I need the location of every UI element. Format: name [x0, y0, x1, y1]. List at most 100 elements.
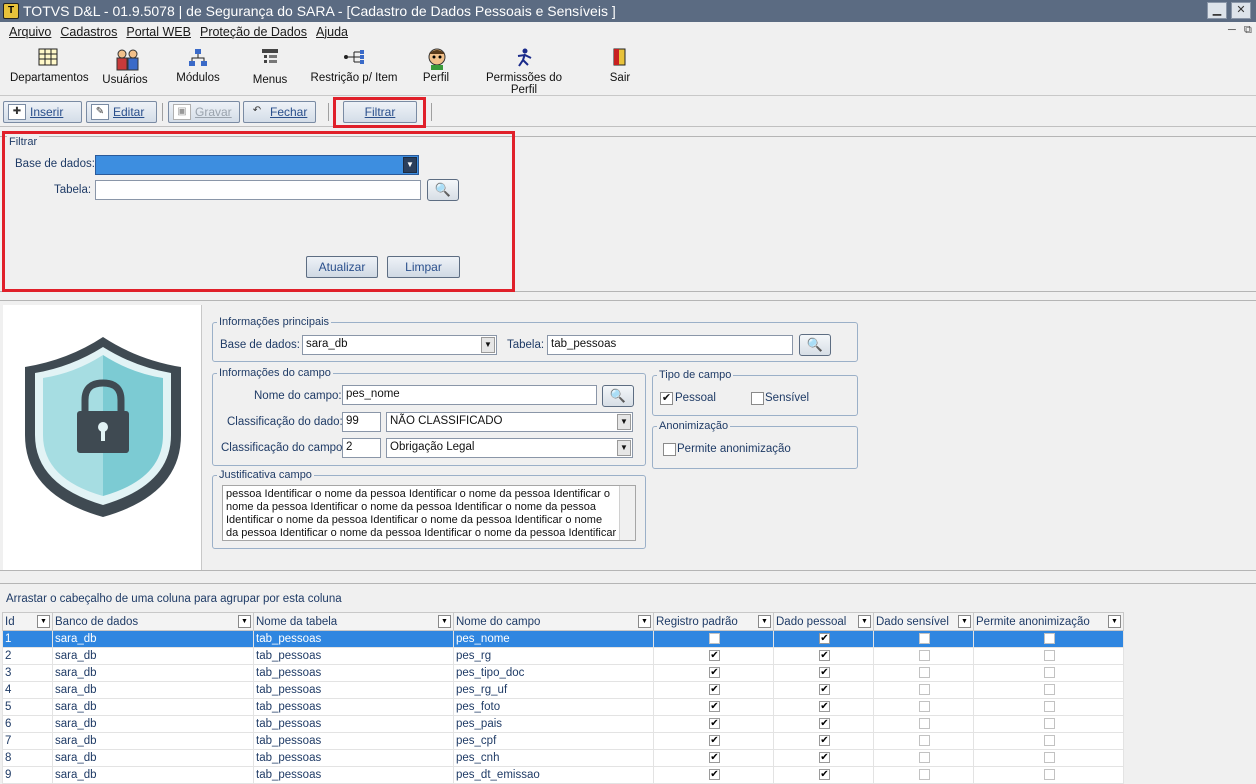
cell-sensivel[interactable] [873, 681, 974, 699]
cell-db[interactable]: sara_db [52, 630, 254, 648]
cell-anon[interactable] [973, 749, 1124, 767]
cell-id[interactable]: 1 [2, 630, 53, 648]
cell-id[interactable]: 2 [2, 647, 53, 665]
cell-table[interactable]: tab_pessoas [253, 647, 454, 665]
cell-db[interactable]: sara_db [52, 766, 254, 784]
table-row[interactable]: 8 sara_db tab_pessoas pes_cnh ✔ ✔ [2, 749, 1124, 767]
chevron-down-icon[interactable]: ▼ [481, 337, 495, 353]
cell-checkbox[interactable] [1044, 718, 1055, 730]
gravar-button[interactable]: ▣ Gravar [168, 101, 240, 123]
cell-checkbox[interactable]: ✔ [709, 667, 720, 679]
cell-checkbox[interactable]: ✔ [819, 633, 830, 645]
cell-checkbox[interactable]: ✔ [819, 667, 830, 679]
cell-anon[interactable] [973, 698, 1124, 716]
cell-checkbox[interactable] [1044, 769, 1055, 781]
cell-checkbox[interactable] [1044, 633, 1055, 645]
class-field-code-input[interactable]: 2 [342, 438, 381, 458]
mdi-restore-icon[interactable]: ⧉ [1244, 24, 1252, 37]
cell-db[interactable]: sara_db [52, 732, 254, 750]
chevron-down-icon[interactable]: ▼ [617, 440, 631, 456]
cell-sensivel[interactable] [873, 766, 974, 784]
table-row[interactable]: 5 sara_db tab_pessoas pes_foto ✔ ✔ [2, 698, 1124, 716]
menu-portal-web[interactable]: Portal WEB [126, 25, 191, 39]
cell-reg[interactable]: ✔ [653, 766, 774, 784]
cell-table[interactable]: tab_pessoas [253, 664, 454, 682]
toolbar-departamentos[interactable]: Departamentos [10, 48, 89, 84]
field-name-input[interactable]: pes_nome [342, 385, 597, 405]
cell-field[interactable]: pes_rg [453, 647, 654, 665]
table-row[interactable]: 4 sara_db tab_pessoas pes_rg_uf ✔ ✔ [2, 681, 1124, 699]
toolbar-permissoes-perfil[interactable]: Permissões do Perfil [472, 48, 576, 96]
cell-sensivel[interactable] [873, 732, 974, 750]
cell-checkbox[interactable]: ✔ [709, 701, 720, 713]
cell-checkbox[interactable] [1044, 650, 1055, 662]
cell-checkbox[interactable] [1044, 684, 1055, 696]
cell-anon[interactable] [973, 647, 1124, 665]
justification-scrollbar[interactable] [619, 486, 635, 540]
cell-id[interactable]: 9 [2, 766, 53, 784]
cell-checkbox[interactable] [919, 650, 930, 662]
cell-checkbox[interactable] [1044, 735, 1055, 747]
toolbar-modulos[interactable]: Módulos [175, 48, 221, 84]
cell-checkbox[interactable]: ✔ [819, 752, 830, 764]
cell-id[interactable]: 5 [2, 698, 53, 716]
cell-anon[interactable] [973, 732, 1124, 750]
column-header-sensivel[interactable]: Dado sensível ▼ [873, 612, 974, 631]
cell-pessoal[interactable]: ✔ [773, 647, 874, 665]
main-table-search-button[interactable]: 🔍 [799, 334, 831, 356]
cell-table[interactable]: tab_pessoas [253, 766, 454, 784]
chevron-down-icon[interactable]: ▼ [617, 414, 631, 430]
cell-field[interactable]: pes_nome [453, 630, 654, 648]
cell-pessoal[interactable]: ✔ [773, 715, 874, 733]
anon-checkbox[interactable] [663, 443, 676, 456]
cell-field[interactable]: pes_dt_emissao [453, 766, 654, 784]
column-header-pessoal[interactable]: Dado pessoal ▼ [773, 612, 874, 631]
close-button[interactable]: ✕ [1231, 2, 1251, 19]
field-name-search-button[interactable]: 🔍 [602, 385, 634, 407]
cell-anon[interactable] [973, 681, 1124, 699]
toolbar-menus[interactable]: Menus [250, 48, 290, 86]
cell-pessoal[interactable]: ✔ [773, 749, 874, 767]
cell-checkbox[interactable]: ✔ [819, 735, 830, 747]
table-row[interactable]: 2 sara_db tab_pessoas pes_rg ✔ ✔ [2, 647, 1124, 665]
cell-checkbox[interactable]: ✔ [709, 752, 720, 764]
cell-checkbox[interactable] [919, 667, 930, 679]
filter-dropdown-icon[interactable]: ▼ [438, 615, 451, 628]
cell-reg[interactable]: ✔ [653, 749, 774, 767]
cell-table[interactable]: tab_pessoas [253, 749, 454, 767]
cell-db[interactable]: sara_db [52, 698, 254, 716]
cell-pessoal[interactable]: ✔ [773, 630, 874, 648]
cell-reg[interactable]: ✔ [653, 732, 774, 750]
filter-dropdown-icon[interactable]: ▼ [638, 615, 651, 628]
cell-checkbox[interactable] [919, 769, 930, 781]
cell-id[interactable]: 6 [2, 715, 53, 733]
cell-checkbox[interactable]: ✔ [819, 684, 830, 696]
column-header-registro[interactable]: Registro padrão ▼ [653, 612, 774, 631]
cell-db[interactable]: sara_db [52, 664, 254, 682]
cell-checkbox[interactable] [919, 684, 930, 696]
cell-checkbox[interactable]: ✔ [709, 684, 720, 696]
cell-table[interactable]: tab_pessoas [253, 715, 454, 733]
cell-reg[interactable] [653, 630, 774, 648]
cell-checkbox[interactable]: ✔ [819, 650, 830, 662]
cell-id[interactable]: 3 [2, 664, 53, 682]
cell-pessoal[interactable]: ✔ [773, 664, 874, 682]
cell-checkbox[interactable] [709, 633, 720, 645]
cell-checkbox[interactable] [1044, 667, 1055, 679]
filter-dropdown-icon[interactable]: ▼ [37, 615, 50, 628]
table-row[interactable]: 7 sara_db tab_pessoas pes_cpf ✔ ✔ [2, 732, 1124, 750]
cell-id[interactable]: 4 [2, 681, 53, 699]
cell-field[interactable]: pes_cpf [453, 732, 654, 750]
class-data-code-input[interactable]: 99 [342, 412, 381, 432]
cell-reg[interactable]: ✔ [653, 664, 774, 682]
cell-db[interactable]: sara_db [52, 647, 254, 665]
main-base-dropdown[interactable]: sara_db ▼ [302, 335, 497, 355]
cell-id[interactable]: 7 [2, 732, 53, 750]
filter-dropdown-icon[interactable]: ▼ [858, 615, 871, 628]
cell-field[interactable]: pes_pais [453, 715, 654, 733]
cell-anon[interactable] [973, 766, 1124, 784]
cell-anon[interactable] [973, 664, 1124, 682]
cell-table[interactable]: tab_pessoas [253, 681, 454, 699]
cell-reg[interactable]: ✔ [653, 715, 774, 733]
table-row[interactable]: 1 sara_db tab_pessoas pes_nome ✔ [2, 630, 1124, 648]
